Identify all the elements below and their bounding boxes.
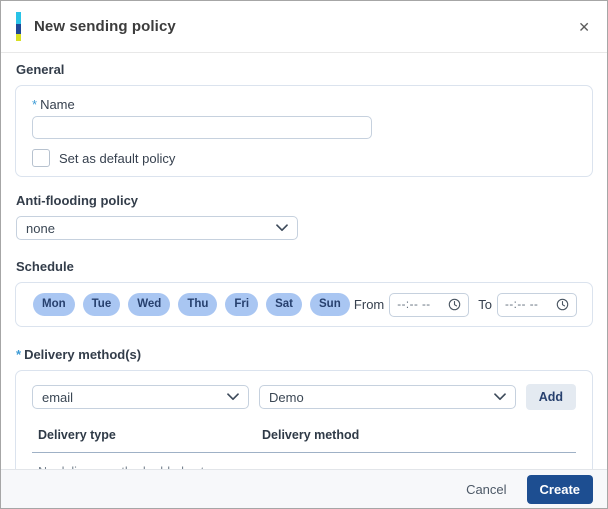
- clock-icon[interactable]: [556, 298, 569, 311]
- required-asterisk: *: [32, 97, 37, 112]
- required-asterisk: *: [16, 347, 21, 362]
- dialog-footer: Cancel Create: [1, 469, 607, 508]
- delivery-select-row: email Demo Add: [32, 384, 576, 410]
- cancel-button[interactable]: Cancel: [466, 482, 506, 497]
- logo-segment-blue: [16, 24, 21, 35]
- clock-icon[interactable]: [448, 298, 461, 311]
- from-time-value: --:-- --: [397, 299, 448, 311]
- anti-flooding-selected-value: none: [26, 221, 268, 236]
- table-divider: [32, 452, 576, 453]
- anti-flooding-select[interactable]: none: [16, 216, 298, 240]
- section-title-delivery: *Delivery method(s): [16, 347, 593, 362]
- chevron-down-icon: [276, 224, 288, 232]
- delivery-type-select[interactable]: email: [32, 385, 249, 409]
- brand-logo-icon: [16, 12, 21, 41]
- general-card: *Name Set as default policy: [15, 85, 593, 177]
- dialog-body: General *Name Set as default policy Anti…: [1, 53, 607, 469]
- section-title-general: General: [16, 62, 593, 77]
- chevron-down-icon: [227, 393, 239, 401]
- default-policy-checkbox[interactable]: [32, 149, 50, 167]
- day-pill-sat[interactable]: Sat: [266, 293, 302, 317]
- day-pill-thu[interactable]: Thu: [178, 293, 217, 317]
- logo-segment-yellow: [16, 34, 21, 41]
- time-range: From --:-- -- To --:-- --: [354, 293, 577, 317]
- name-field-label: *Name: [32, 97, 576, 112]
- from-label: From: [354, 297, 384, 312]
- chevron-down-icon: [494, 393, 506, 401]
- new-sending-policy-dialog: New sending policy ✕ General *Name Set a…: [0, 0, 608, 509]
- create-button[interactable]: Create: [527, 475, 593, 504]
- close-icon[interactable]: ✕: [576, 16, 592, 38]
- column-header-delivery-method: Delivery method: [262, 428, 359, 442]
- dialog-title: New sending policy: [34, 18, 176, 35]
- delivery-table-header: Delivery type Delivery method: [32, 428, 576, 452]
- to-time-input[interactable]: --:-- --: [497, 293, 577, 317]
- logo-segment-cyan: [16, 12, 21, 24]
- day-pill-tue[interactable]: Tue: [83, 293, 121, 317]
- section-title-anti-flooding: Anti-flooding policy: [16, 193, 593, 208]
- default-policy-row: Set as default policy: [32, 149, 576, 167]
- delivery-label-text: Delivery method(s): [24, 347, 141, 362]
- column-header-delivery-type: Delivery type: [38, 428, 262, 442]
- delivery-card: email Demo Add Delivery type Delivery me…: [15, 370, 593, 469]
- default-policy-label[interactable]: Set as default policy: [59, 151, 175, 166]
- dialog-header: New sending policy ✕: [1, 1, 607, 53]
- section-title-schedule: Schedule: [16, 259, 593, 274]
- delivery-method-select[interactable]: Demo: [259, 385, 516, 409]
- delivery-type-selected-value: email: [42, 390, 219, 405]
- day-pill-mon[interactable]: Mon: [33, 293, 75, 317]
- from-time-input[interactable]: --:-- --: [389, 293, 469, 317]
- day-pill-wed[interactable]: Wed: [128, 293, 170, 317]
- schedule-card: Mon Tue Wed Thu Fri Sat Sun From --:-- -…: [15, 282, 593, 327]
- add-delivery-method-button[interactable]: Add: [526, 384, 576, 410]
- name-label-text: Name: [40, 97, 75, 112]
- day-pill-sun[interactable]: Sun: [310, 293, 350, 317]
- delivery-method-selected-value: Demo: [269, 390, 486, 405]
- to-label: To: [478, 297, 492, 312]
- weekday-pills: Mon Tue Wed Thu Fri Sat Sun: [33, 293, 350, 317]
- name-input[interactable]: [32, 116, 372, 139]
- to-time-value: --:-- --: [505, 299, 556, 311]
- day-pill-fri[interactable]: Fri: [225, 293, 258, 317]
